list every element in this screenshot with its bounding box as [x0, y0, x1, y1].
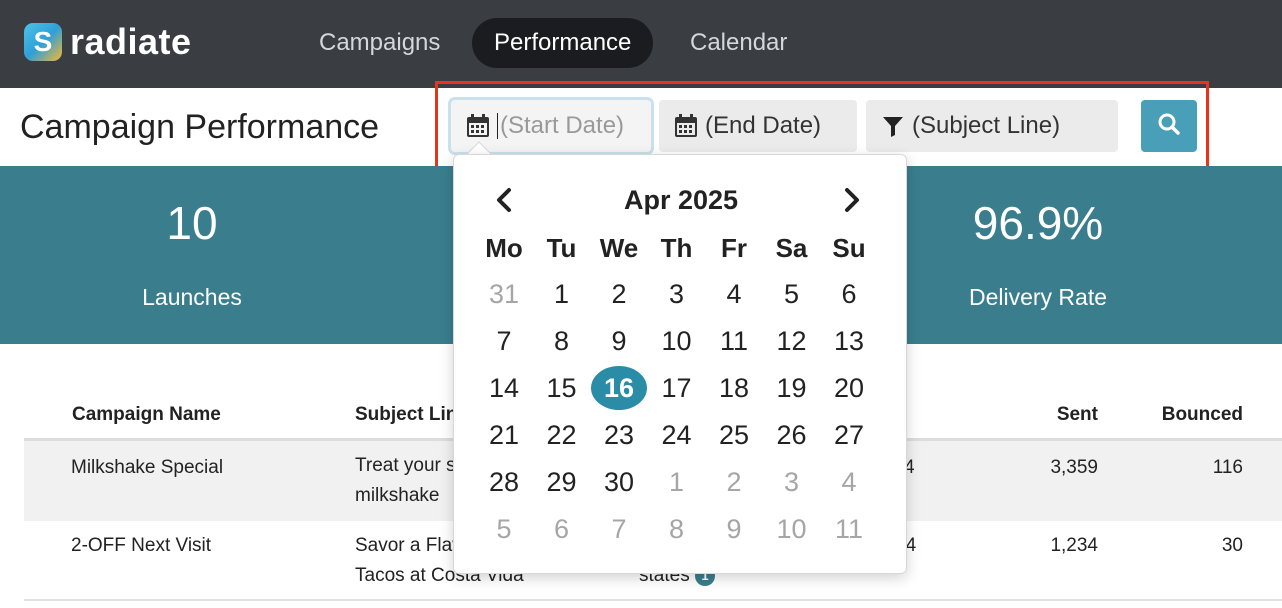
calendar-day[interactable]: 26	[764, 413, 820, 457]
filter-icon	[880, 113, 906, 139]
logo-text: radiate	[70, 21, 192, 62]
text-cursor	[497, 113, 498, 139]
weekday-label: Tu	[546, 233, 577, 263]
logo-letter: S	[33, 26, 53, 57]
calendar-day-selected[interactable]: 16	[591, 366, 647, 410]
calendar-day[interactable]: 13	[821, 319, 877, 363]
cell-subject-line-2: milkshake	[355, 485, 440, 506]
calendar-day[interactable]: 10	[649, 319, 705, 363]
calendar-day[interactable]: 9	[591, 319, 647, 363]
calendar-day[interactable]: 3	[764, 460, 820, 504]
end-date-placeholder: (End Date)	[705, 112, 822, 139]
cell-subject-line-1: Treat your s	[355, 455, 456, 476]
stat-launches-value: 10	[166, 197, 218, 249]
stat-delivery-rate-value: 96.9%	[972, 197, 1104, 249]
calendar-day[interactable]: 6	[821, 272, 877, 316]
calendar-day[interactable]: 3	[649, 272, 705, 316]
end-date-input[interactable]: (End Date)	[659, 100, 857, 152]
weekday-label: Fr	[721, 233, 747, 263]
col-header-sent[interactable]: Sent	[980, 404, 1098, 426]
calendar-day[interactable]: 24	[649, 413, 705, 457]
calendar-day[interactable]: 11	[706, 319, 762, 363]
calendar-day[interactable]: 10	[764, 507, 820, 551]
col-header-bounced[interactable]: Bounced	[1120, 404, 1243, 426]
logo-mark: S	[24, 23, 62, 61]
calendar-day[interactable]: 30	[591, 460, 647, 504]
calendar-day[interactable]: 27	[821, 413, 877, 457]
nav-tab-performance[interactable]: Performance	[472, 18, 654, 68]
calendar-day[interactable]: 25	[706, 413, 762, 457]
calendar-day[interactable]: 4	[706, 272, 762, 316]
calendar-day[interactable]: 12	[764, 319, 820, 363]
calendar-day[interactable]: 2	[591, 272, 647, 316]
cell-campaign-name: Milkshake Special	[71, 457, 224, 478]
next-month-button[interactable]	[836, 185, 866, 215]
search-button[interactable]	[1141, 100, 1197, 152]
app-logo[interactable]: S radiate	[24, 21, 192, 62]
cell-sent: 1,234	[1050, 535, 1098, 556]
page-title: Campaign Performance	[20, 108, 380, 146]
weekday-label: Sa	[775, 233, 808, 263]
top-nav: S radiate Campaigns Performance Calendar	[0, 0, 1282, 88]
calendar-day[interactable]: 28	[476, 460, 532, 504]
calendar-day[interactable]: 21	[476, 413, 532, 457]
weekday-label: Su	[832, 233, 866, 263]
calendar-day[interactable]: 8	[649, 507, 705, 551]
chevron-right-icon	[836, 188, 866, 219]
nav-tab-calendar[interactable]: Calendar	[668, 18, 809, 68]
cell-campaign-name: 2-OFF Next Visit	[71, 535, 212, 556]
cell-sent: 3,359	[1050, 457, 1098, 478]
calendar-day[interactable]: 17	[649, 366, 705, 410]
calendar-day[interactable]: 15	[534, 366, 590, 410]
calendar-day[interactable]: 20	[821, 366, 877, 410]
start-date-placeholder: (Start Date)	[500, 112, 625, 139]
calendar-day[interactable]: 19	[764, 366, 820, 410]
calendar-day[interactable]: 18	[706, 366, 762, 410]
weekday-label: Th	[660, 233, 693, 263]
cell-subject-line: Treat your s milkshake	[355, 451, 456, 511]
cell-bounced: 30	[1221, 535, 1243, 556]
weekday-label: Mo	[485, 233, 523, 263]
calendar-day[interactable]: 4	[821, 460, 877, 504]
calendar-day[interactable]: 11	[821, 507, 877, 551]
col-header-campaign-name[interactable]: Campaign Name	[72, 404, 221, 426]
calendar-day[interactable]: 9	[706, 507, 762, 551]
calendar-day[interactable]: 2	[706, 460, 762, 504]
cell-bounced: 116	[1212, 457, 1243, 478]
calendar-day[interactable]: 14	[476, 366, 532, 410]
calendar-day[interactable]: 8	[534, 319, 590, 363]
calendar-day[interactable]: 5	[764, 272, 820, 316]
calendar-day[interactable]: 31	[476, 272, 532, 316]
calendar-day[interactable]: 23	[591, 413, 647, 457]
calendar-day[interactable]: 29	[534, 460, 590, 504]
calendar-icon	[465, 113, 491, 139]
search-icon	[1156, 111, 1182, 142]
stat-delivery-rate-label: Delivery Rate	[968, 284, 1108, 310]
nav-tab-campaigns[interactable]: Campaigns	[297, 18, 462, 68]
calendar-day[interactable]: 1	[534, 272, 590, 316]
calendar-day[interactable]: 6	[534, 507, 590, 551]
calendar-day[interactable]: 5	[476, 507, 532, 551]
calendar-day[interactable]: 1	[649, 460, 705, 504]
calendar-day[interactable]: 7	[476, 319, 532, 363]
stat-launches-label: Launches	[142, 284, 242, 310]
datepicker-popup: Apr 2025 Mo Tu We Th Fr Sa Su 31 1 2 3 4 5 6 7 8 9 10 11 12…	[453, 154, 907, 574]
calendar-day[interactable]: 22	[534, 413, 590, 457]
subject-line-filter[interactable]: (Subject Line)	[866, 100, 1118, 152]
col-header-subject-line[interactable]: Subject Line	[355, 404, 468, 426]
calendar-icon	[673, 113, 699, 139]
weekday-label: We	[599, 233, 639, 263]
subject-line-placeholder: (Subject Line)	[912, 112, 1061, 139]
calendar-day[interactable]: 7	[591, 507, 647, 551]
